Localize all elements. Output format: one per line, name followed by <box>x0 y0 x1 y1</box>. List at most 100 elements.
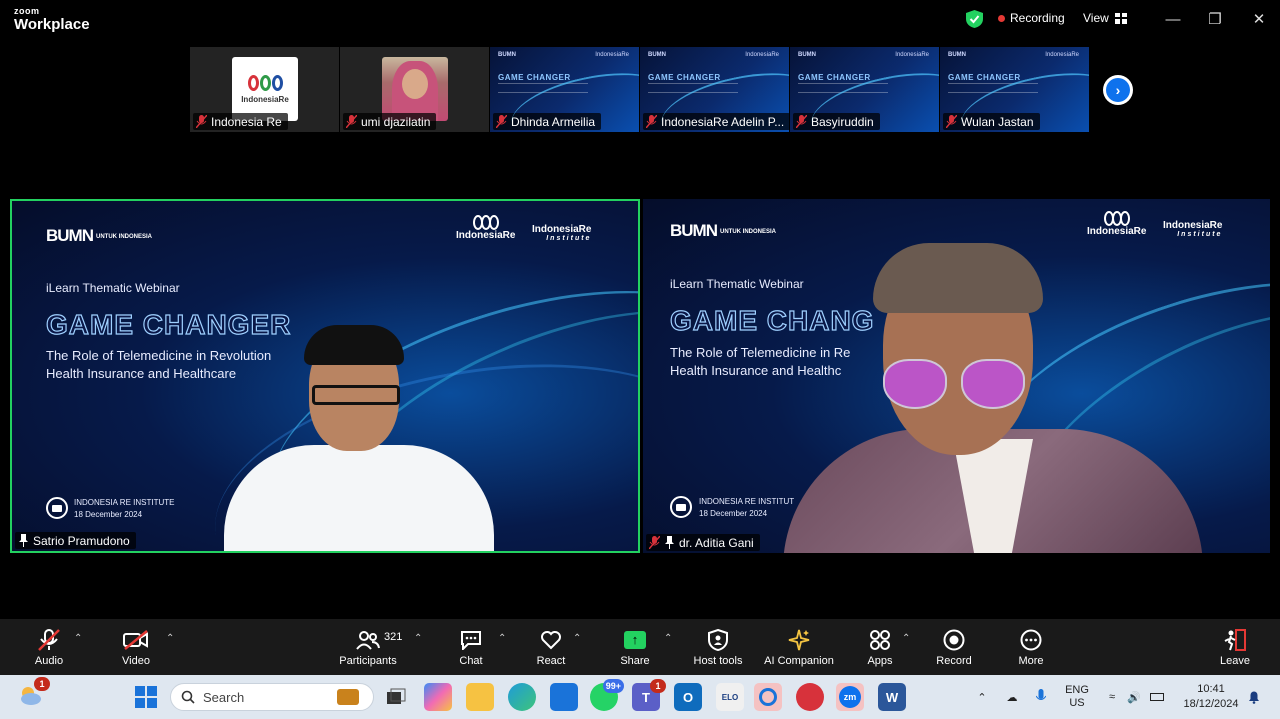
speaker-name-tag: Satrio Pramudono <box>15 532 136 549</box>
next-page-button[interactable]: › <box>1103 75 1133 105</box>
outlook-icon[interactable]: O <box>674 683 702 711</box>
weather-badge: 1 <box>34 677 50 691</box>
participant-name: Dhinda Armeilia <box>511 114 596 129</box>
recording-indicator[interactable]: Recording <box>998 11 1065 25</box>
participant-name: umi djazilatin <box>361 114 431 129</box>
participant-thumbnail[interactable]: BUMN IndonesiaRe GAME CHANGER Wulan Jast… <box>940 47 1090 132</box>
volume-icon[interactable]: 🔊 <box>1126 675 1142 719</box>
share-button[interactable]: ↑ Share <box>618 619 652 675</box>
speaker-name: dr. Aditia Gani <box>679 535 754 550</box>
share-screen-icon: ↑ <box>624 630 646 649</box>
slide-subtitle-line2: Health Insurance and Healthcare <box>46 366 237 381</box>
file-explorer-icon[interactable] <box>466 683 494 711</box>
react-button[interactable]: React <box>534 619 568 675</box>
elo-app-icon[interactable]: ELO <box>716 683 744 711</box>
word-icon[interactable]: W <box>878 683 906 711</box>
clock-date: 18/12/2024 <box>1183 698 1239 710</box>
microphone-icon[interactable] <box>1032 675 1050 719</box>
participant-thumbnail[interactable]: BUMN IndonesiaRe GAME CHANGER Dhinda Arm… <box>490 47 640 132</box>
task-view-icon[interactable] <box>382 683 410 711</box>
mic-muted-icon <box>646 115 657 128</box>
participant-name: IndonesiaRe Adelin P... <box>661 114 785 129</box>
notification-bell-icon[interactable] <box>1246 675 1262 719</box>
meeting-toolbar: Audio ⌃ Video ⌃ Participants ⌃ Chat ⌃ Re… <box>0 619 1280 675</box>
bumn-logo: BUMN UNTUK INDONESIA <box>46 226 153 245</box>
view-button[interactable]: View <box>1083 11 1127 25</box>
participant-name-tag: umi djazilatin <box>343 113 437 130</box>
windows-start-icon[interactable] <box>132 683 160 711</box>
mini-bumn-logo: BUMN <box>498 52 516 58</box>
speaker-video <box>224 325 494 551</box>
video-off-icon <box>123 629 148 650</box>
share-caret-icon[interactable]: ⌃ <box>664 633 672 644</box>
indonesia-re-logo: IndonesiaRe <box>1087 211 1146 237</box>
participant-thumbnail[interactable]: IndonesiaRe Indonesia Re <box>190 47 340 132</box>
video-options-caret-icon[interactable]: ⌃ <box>166 633 174 644</box>
copilot-icon[interactable] <box>424 683 452 711</box>
shield-app-icon[interactable] <box>796 683 824 711</box>
battery-icon[interactable] <box>1148 675 1166 719</box>
whatsapp-icon[interactable]: 99+ <box>590 679 624 711</box>
system-clock[interactable]: 10:41 18/12/2024 <box>1178 682 1244 712</box>
leave-icon <box>1224 628 1246 651</box>
mini-ir-logo: IndonesiaRe <box>895 52 929 58</box>
close-icon[interactable]: ✕ <box>1249 9 1269 29</box>
participants-icon <box>356 630 380 650</box>
audio-button[interactable]: Audio <box>30 619 68 675</box>
participant-name: Indonesia Re <box>211 114 282 129</box>
chat-caret-icon[interactable]: ⌃ <box>498 633 506 644</box>
language-indicator[interactable]: ENG US <box>1062 675 1092 719</box>
cloud-offline-icon[interactable]: ☁ <box>1002 675 1022 719</box>
chat-button[interactable]: Chat <box>456 619 486 675</box>
participant-name-tag: Wulan Jastan <box>943 113 1040 130</box>
apps-caret-icon[interactable]: ⌃ <box>902 633 910 644</box>
participants-button[interactable]: Participants <box>337 619 399 675</box>
ai-companion-button[interactable]: AI Companion <box>760 619 838 675</box>
whatsapp-badge: 99+ <box>602 679 624 693</box>
windows-taskbar: 1 Search 99+ T1 O ELO zm W ⌃ ☁ ENG US ≈ 🔊… <box>0 675 1280 719</box>
encryption-shield-icon[interactable] <box>966 10 983 28</box>
apps-label: Apps <box>867 654 893 667</box>
audio-options-caret-icon[interactable]: ⌃ <box>74 633 82 644</box>
tray-overflow-chevron-icon[interactable]: ⌃ <box>974 675 990 719</box>
participant-thumbnail[interactable]: BUMN IndonesiaRe GAME CHANGER IndonesiaR… <box>640 47 790 132</box>
participant-thumbnail[interactable]: umi djazilatin <box>340 47 490 132</box>
participant-strip: IndonesiaRe Indonesia Re umi djazilatin … <box>190 47 1090 132</box>
react-caret-icon[interactable]: ⌃ <box>573 633 581 644</box>
weather-icon[interactable]: 1 <box>16 677 50 709</box>
participant-name: Wulan Jastan <box>961 114 1034 129</box>
store-icon[interactable] <box>550 683 578 711</box>
active-app-icon[interactable] <box>754 683 782 711</box>
restore-icon[interactable]: ❐ <box>1205 9 1225 29</box>
speaker-tile-right[interactable]: BUMN UNTUK INDONESIA IndonesiaRe Indonesi… <box>643 199 1270 553</box>
participant-thumbnail[interactable]: BUMN IndonesiaRe GAME CHANGER Basyiruddi… <box>790 47 940 132</box>
participants-caret-icon[interactable]: ⌃ <box>414 633 422 644</box>
video-button[interactable]: Video <box>118 619 154 675</box>
mini-bumn-logo: BUMN <box>948 52 966 58</box>
taskbar-search[interactable]: Search <box>170 683 374 711</box>
mic-muted-icon <box>38 628 60 651</box>
search-placeholder: Search <box>203 689 245 705</box>
record-button[interactable]: Record <box>934 619 974 675</box>
minimize-icon[interactable]: — <box>1163 9 1183 29</box>
host-tools-button[interactable]: Host tools <box>690 619 746 675</box>
leave-label: Leave <box>1220 654 1250 667</box>
edge-icon[interactable] <box>508 683 536 711</box>
react-label: React <box>536 654 566 667</box>
mini-bumn-logo: BUMN <box>798 52 816 58</box>
teams-icon[interactable]: T1 <box>632 679 666 711</box>
slide-org: INDONESIA RE INSTITUTE 18 December 2024 <box>74 498 175 519</box>
apps-button[interactable]: Apps <box>864 619 896 675</box>
wifi-icon[interactable]: ≈ <box>1104 675 1120 719</box>
search-highlight-icon <box>337 689 359 705</box>
leave-button[interactable]: Leave <box>1218 619 1252 675</box>
mini-slide-title: GAME CHANGER <box>948 73 1021 82</box>
video-label: Video <box>122 654 150 667</box>
speaker-tile-left[interactable]: BUMN UNTUK INDONESIA IndonesiaRe Indonesi… <box>10 199 640 553</box>
zoom-app-icon[interactable]: zm <box>836 683 864 711</box>
mic-muted-icon <box>946 115 957 128</box>
participant-name-tag: Dhinda Armeilia <box>493 113 602 130</box>
more-button[interactable]: More <box>1015 619 1047 675</box>
chat-icon <box>461 630 481 650</box>
record-label: Record <box>936 654 972 667</box>
